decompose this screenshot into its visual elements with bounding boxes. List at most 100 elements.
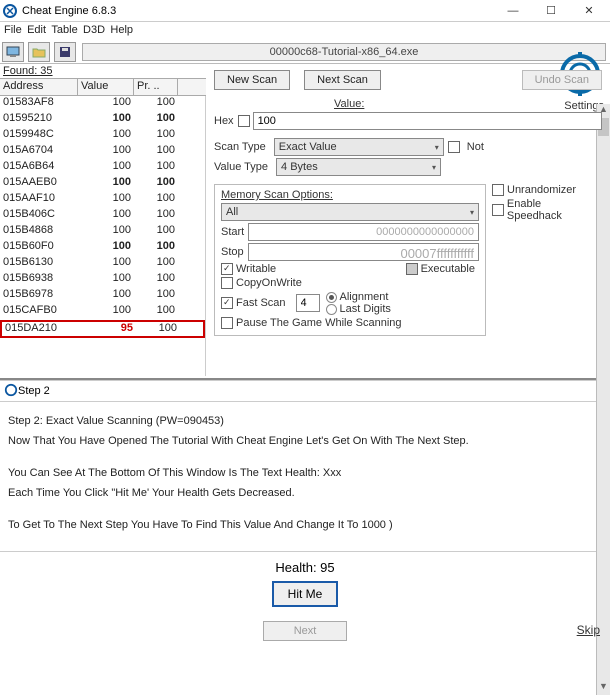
table-row[interactable]: 015B6130100100: [0, 256, 205, 272]
cell-value: 100: [78, 192, 134, 208]
table-row[interactable]: 015B406C100100: [0, 208, 205, 224]
menu-d3d[interactable]: D3D: [83, 24, 105, 36]
alignment-label: Alignment: [340, 291, 389, 303]
cell-value: 100: [78, 144, 134, 160]
cell-address: 015B4868: [0, 224, 78, 240]
menu-edit[interactable]: Edit: [27, 24, 46, 36]
open-process-button[interactable]: [2, 42, 24, 62]
col-value[interactable]: Value: [78, 79, 134, 95]
table-row[interactable]: 01595210100100: [0, 112, 205, 128]
cell-address: 01595210: [0, 112, 78, 128]
writable-checkbox[interactable]: [221, 263, 233, 275]
step2-titlebar: Step 2 ✕: [0, 380, 610, 402]
next-scan-button[interactable]: Next Scan: [304, 70, 381, 90]
speedhack-checkbox[interactable]: [492, 204, 504, 216]
menu-help[interactable]: Help: [110, 24, 133, 36]
mem-scope-select[interactable]: All▾: [221, 203, 479, 221]
step2-line: Step 2: Exact Value Scanning (PW=090453): [8, 412, 602, 430]
close-button[interactable]: ✕: [570, 0, 608, 22]
cell-previous: 100: [134, 304, 178, 320]
fastscan-checkbox[interactable]: [221, 297, 233, 309]
unrandomizer-label: Unrandomizer: [507, 184, 576, 196]
table-row[interactable]: 015AAEB0100100: [0, 176, 205, 192]
fastscan-input[interactable]: [296, 294, 320, 312]
cell-address: 015CAFB0: [0, 304, 78, 320]
unrandomizer-checkbox[interactable]: [492, 184, 504, 196]
window-title: Cheat Engine 6.8.3: [22, 5, 494, 17]
cell-value: 100: [78, 128, 134, 144]
cell-value: 100: [78, 208, 134, 224]
memory-scan-options: Memory Scan Options: All▾ Start 000000000…: [214, 184, 486, 336]
maximize-button[interactable]: ☐: [532, 0, 570, 22]
stop-input[interactable]: 00007fffffffffff: [248, 243, 479, 261]
menubar: File Edit Table D3D Help: [0, 22, 610, 40]
undo-scan-button[interactable]: Undo Scan: [522, 70, 602, 90]
cell-address: 015B406C: [0, 208, 78, 224]
process-display[interactable]: 00000c68-Tutorial-x86_64.exe: [82, 43, 606, 61]
step2-bottom: Health: 95 Hit Me Next Skip: [0, 552, 610, 645]
alignment-radio[interactable]: [326, 292, 337, 303]
cell-value: 100: [78, 304, 134, 320]
not-label: Not: [467, 141, 484, 153]
table-row[interactable]: 015B4868100100: [0, 224, 205, 240]
table-row[interactable]: 015A6704100100: [0, 144, 205, 160]
col-address[interactable]: Address: [0, 79, 78, 95]
cell-previous: 100: [134, 256, 178, 272]
step2-line: To Get To The Next Step You Have To Find…: [8, 516, 602, 534]
scantype-label: Scan Type: [214, 141, 266, 153]
scantype-select[interactable]: Exact Value▾: [274, 138, 444, 156]
cell-address: 015A6704: [0, 144, 78, 160]
col-previous[interactable]: Pr. ..: [134, 79, 178, 95]
start-input[interactable]: 0000000000000000: [248, 223, 479, 241]
save-button[interactable]: [54, 42, 76, 62]
cell-value: 100: [78, 256, 134, 272]
scroll-down-icon[interactable]: ▼: [597, 681, 610, 695]
cell-value: 100: [78, 96, 134, 112]
valtype-select[interactable]: 4 Bytes▾: [276, 158, 441, 176]
cell-address: 015B6938: [0, 272, 78, 288]
not-checkbox[interactable]: [448, 141, 460, 153]
new-scan-button[interactable]: New Scan: [214, 70, 290, 90]
cell-address: 0159948C: [0, 128, 78, 144]
cell-address: 015AAF10: [0, 192, 78, 208]
table-row[interactable]: 01583AF8100100: [0, 96, 205, 112]
cell-previous: 100: [134, 240, 178, 256]
table-row[interactable]: 015CAFB0100100: [0, 304, 205, 320]
hex-checkbox[interactable]: [238, 115, 250, 127]
table-row[interactable]: 015AAF10100100: [0, 192, 205, 208]
cow-checkbox[interactable]: [221, 277, 233, 289]
start-label: Start: [221, 226, 244, 238]
cell-previous: 100: [134, 192, 178, 208]
skip-link[interactable]: Skip: [577, 623, 600, 637]
table-row[interactable]: 0159948C100100: [0, 128, 205, 144]
chevron-down-icon: ▾: [432, 163, 436, 172]
step2-line: Now That You Have Opened The Tutorial Wi…: [8, 432, 602, 450]
open-file-button[interactable]: [28, 42, 50, 62]
speedhack-label: Enable Speedhack: [507, 198, 598, 222]
value-input[interactable]: [253, 112, 602, 130]
step2-title: Step 2: [18, 385, 594, 397]
cell-previous: 100: [134, 272, 178, 288]
table-row[interactable]: 015B60F0100100: [0, 240, 205, 256]
executable-label: Executable: [421, 263, 475, 275]
table-row[interactable]: 015B6938100100: [0, 272, 205, 288]
scan-panel: New Scan Next Scan Undo Scan Value: Hex …: [206, 64, 610, 376]
cell-address: 015AAEB0: [0, 176, 78, 192]
pause-checkbox[interactable]: [221, 317, 233, 329]
menu-file[interactable]: File: [4, 24, 22, 36]
hitme-button[interactable]: Hit Me: [272, 581, 339, 607]
minimize-button[interactable]: —: [494, 0, 532, 22]
next-button[interactable]: Next: [263, 621, 348, 641]
cell-address: 015DA210: [2, 322, 80, 336]
table-row[interactable]: 015B6978100100: [0, 288, 205, 304]
table-row[interactable]: 015A6B64100100: [0, 160, 205, 176]
health-label: Health: 95: [0, 560, 610, 575]
mem-options-label: Memory Scan Options:: [221, 189, 479, 201]
main-titlebar: Cheat Engine 6.8.3 — ☐ ✕: [0, 0, 610, 22]
table-row[interactable]: 015DA21095100: [0, 320, 205, 338]
menu-table[interactable]: Table: [51, 24, 77, 36]
cell-previous: 100: [134, 176, 178, 192]
lastdigits-radio[interactable]: [326, 304, 337, 315]
executable-checkbox[interactable]: [406, 263, 418, 275]
cell-value: 100: [78, 272, 134, 288]
